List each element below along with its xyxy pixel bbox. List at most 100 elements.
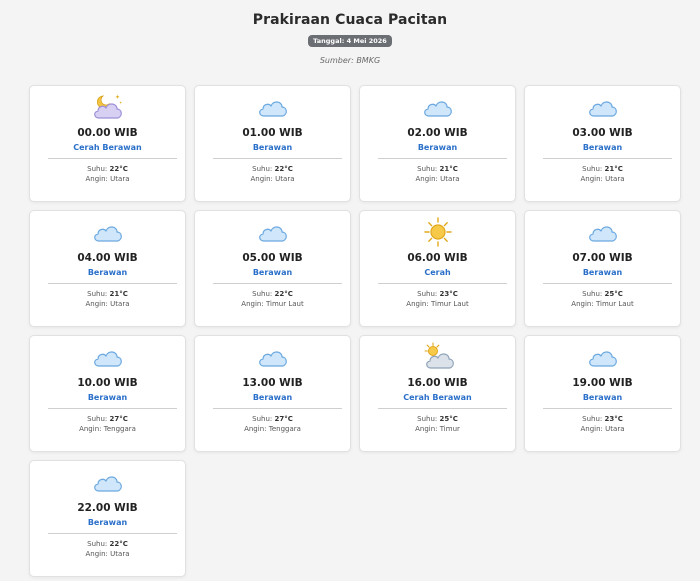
wind-row: Angin: Tenggara xyxy=(30,424,185,434)
wind-row: Angin: Utara xyxy=(195,174,350,184)
wind-label: Angin: xyxy=(406,300,429,308)
forecast-condition: Berawan xyxy=(582,393,623,402)
forecast-time: 16.00 WIB xyxy=(407,377,468,389)
wind-row: Angin: Utara xyxy=(525,424,680,434)
forecast-time: 10.00 WIB xyxy=(77,377,138,389)
forecast-condition: Berawan xyxy=(87,518,128,527)
temperature-value: 21°C xyxy=(604,165,623,173)
wind-value: Utara xyxy=(605,175,625,183)
divider xyxy=(543,283,672,284)
wind-row: Angin: Utara xyxy=(525,174,680,184)
forecast-card: 05.00 WIB Berawan Suhu: 22°C Angin: Timur L… xyxy=(194,210,351,327)
wind-value: Utara xyxy=(110,550,130,558)
forecast-card: 13.00 WIB Berawan Suhu: 27°C Angin: Tenggar… xyxy=(194,335,351,452)
temperature-value: 25°C xyxy=(604,290,623,298)
forecast-condition: Berawan xyxy=(87,393,128,402)
wind-label: Angin: xyxy=(79,425,102,433)
temperature-label: Suhu: xyxy=(417,290,438,298)
divider xyxy=(48,408,177,409)
temperature-value: 21°C xyxy=(439,165,458,173)
cloud-icon xyxy=(585,92,621,122)
divider xyxy=(378,283,507,284)
forecast-details: Suhu: 22°C Angin: Timur Laut xyxy=(195,289,350,309)
forecast-card: 22.00 WIB Berawan Suhu: 22°C Angin: Utara xyxy=(29,460,186,577)
temperature-value: 22°C xyxy=(274,290,293,298)
forecast-card: 03.00 WIB Berawan Suhu: 21°C Angin: Utara xyxy=(524,85,681,202)
wind-label: Angin: xyxy=(85,300,108,308)
forecast-details: Suhu: 21°C Angin: Utara xyxy=(30,289,185,309)
wind-label: Angin: xyxy=(571,300,594,308)
forecast-time: 00.00 WIB xyxy=(77,127,138,139)
forecast-condition: Berawan xyxy=(582,143,623,152)
wind-value: Tenggara xyxy=(268,425,301,433)
temperature-label: Suhu: xyxy=(252,290,273,298)
temperature-label: Suhu: xyxy=(417,165,438,173)
temperature-value: 23°C xyxy=(439,290,458,298)
forecast-condition: Berawan xyxy=(252,143,293,152)
temperature-label: Suhu: xyxy=(582,415,603,423)
forecast-time: 06.00 WIB xyxy=(407,252,468,264)
wind-label: Angin: xyxy=(241,300,264,308)
sun-cloud-icon xyxy=(420,342,456,372)
forecast-time: 03.00 WIB xyxy=(572,127,633,139)
moon-cloud-icon: ✦ ✦ xyxy=(90,92,126,122)
forecast-details: Suhu: 27°C Angin: Tenggara xyxy=(30,414,185,434)
forecast-card: 04.00 WIB Berawan Suhu: 21°C Angin: Utara xyxy=(29,210,186,327)
forecast-time: 19.00 WIB xyxy=(572,377,633,389)
forecast-card: 10.00 WIB Berawan Suhu: 27°C Angin: Tenggar… xyxy=(29,335,186,452)
wind-label: Angin: xyxy=(415,175,438,183)
divider xyxy=(48,533,177,534)
wind-row: Angin: Utara xyxy=(360,174,515,184)
forecast-condition: Cerah Berawan xyxy=(73,143,142,152)
forecast-condition: Berawan xyxy=(417,143,458,152)
divider xyxy=(48,158,177,159)
temperature-label: Suhu: xyxy=(252,165,273,173)
forecast-card: ✦ ✦ 00.00 WIB Cerah Berawan Suhu: 22°C Angin:… xyxy=(29,85,186,202)
forecast-card: 01.00 WIB Berawan Suhu: 22°C Angin: Utara xyxy=(194,85,351,202)
cloud-icon xyxy=(255,217,291,247)
temperature-label: Suhu: xyxy=(87,290,108,298)
temperature-value: 22°C xyxy=(109,540,128,548)
wind-row: Angin: Timur xyxy=(360,424,515,434)
forecast-card: 16.00 WIB Cerah Berawan Suhu: 25°C Angin: T… xyxy=(359,335,516,452)
forecast-details: Suhu: 21°C Angin: Utara xyxy=(360,164,515,184)
divider xyxy=(213,408,342,409)
cloud-icon xyxy=(90,342,126,372)
wind-row: Angin: Tenggara xyxy=(195,424,350,434)
page-title: Prakiraan Cuaca Pacitan xyxy=(252,12,448,28)
temperature-row: Suhu: 22°C xyxy=(195,164,350,174)
cloud-icon xyxy=(255,92,291,122)
forecast-time: 13.00 WIB xyxy=(242,377,303,389)
temperature-row: Suhu: 21°C xyxy=(360,164,515,174)
temperature-value: 22°C xyxy=(274,165,293,173)
forecast-time: 04.00 WIB xyxy=(77,252,138,264)
source-label: Sumber: BMKG xyxy=(319,56,381,65)
temperature-label: Suhu: xyxy=(252,415,273,423)
wind-row: Angin: Utara xyxy=(30,299,185,309)
forecast-details: Suhu: 25°C Angin: Timur Laut xyxy=(525,289,680,309)
forecast-condition: Berawan xyxy=(252,268,293,277)
wind-row: Angin: Timur Laut xyxy=(195,299,350,309)
temperature-row: Suhu: 27°C xyxy=(30,414,185,424)
forecast-time: 01.00 WIB xyxy=(242,127,303,139)
wind-row: Angin: Utara xyxy=(30,549,185,559)
date-badge: Tanggal: 4 Mei 2026 xyxy=(308,35,392,47)
wind-value: Timur xyxy=(439,425,460,433)
temperature-label: Suhu: xyxy=(582,165,603,173)
forecast-card: 07.00 WIB Berawan Suhu: 25°C Angin: Timur L… xyxy=(524,210,681,327)
temperature-row: Suhu: 21°C xyxy=(30,289,185,299)
wind-label: Angin: xyxy=(415,425,438,433)
page-header: Prakiraan Cuaca Pacitan Tanggal: 4 Mei 2… xyxy=(0,0,700,84)
wind-value: Timur Laut xyxy=(595,300,634,308)
forecast-details: Suhu: 27°C Angin: Tenggara xyxy=(195,414,350,434)
forecast-card: 06.00 WIB Cerah Suhu: 23°C Angin: Timur Lau… xyxy=(359,210,516,327)
forecast-details: Suhu: 22°C Angin: Utara xyxy=(195,164,350,184)
svg-text:✦: ✦ xyxy=(119,100,123,105)
temperature-row: Suhu: 22°C xyxy=(195,289,350,299)
temperature-label: Suhu: xyxy=(87,415,108,423)
temperature-value: 27°C xyxy=(274,415,293,423)
temperature-row: Suhu: 25°C xyxy=(360,414,515,424)
forecast-condition: Cerah xyxy=(424,268,451,277)
wind-label: Angin: xyxy=(250,175,273,183)
forecast-details: Suhu: 22°C Angin: Utara xyxy=(30,539,185,559)
